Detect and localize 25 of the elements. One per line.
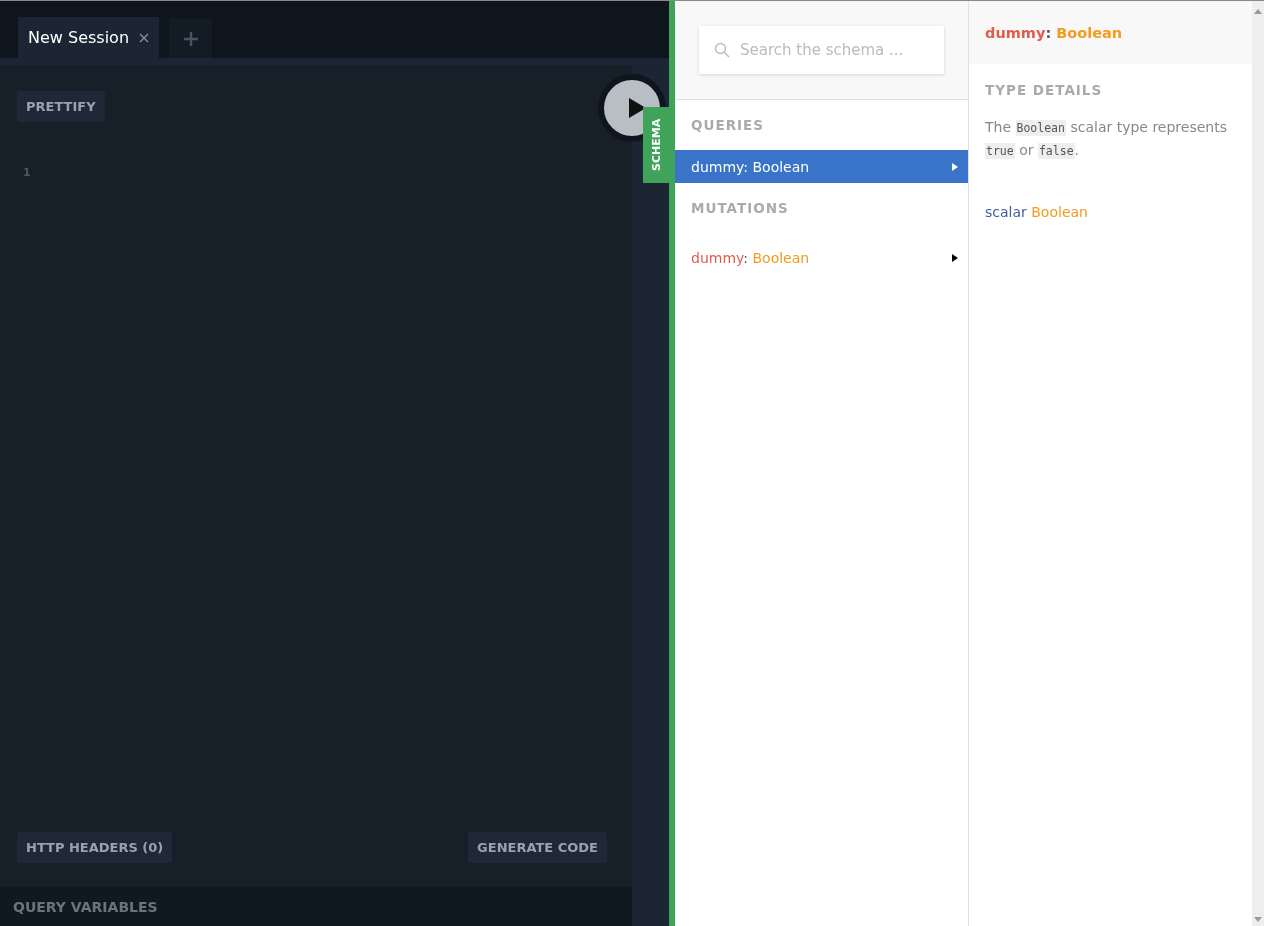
query-variables-bar[interactable]: QUERY VARIABLES	[0, 887, 632, 926]
http-headers-button[interactable]: HTTP HEADERS (0)	[17, 832, 173, 863]
prettify-button[interactable]: PRETTIFY	[17, 91, 105, 122]
triangle-icon	[952, 253, 958, 262]
section-heading: QUERIES	[690, 116, 766, 135]
triangle-icon	[952, 162, 958, 171]
plus-icon	[182, 30, 199, 47]
schema-tab[interactable]: SCHEMA	[643, 107, 669, 183]
generate-code-button[interactable]: GENERATE CODE	[468, 832, 607, 863]
line-number: 1	[23, 166, 32, 179]
scroll-up-icon[interactable]	[1254, 9, 1262, 14]
type-title: dummy: Boolean	[985, 24, 1123, 41]
section-heading: TYPE DETAILS	[984, 81, 1104, 98]
schema-field-item[interactable]: dummy: Boolean	[675, 150, 968, 183]
scroll-down-icon[interactable]	[1254, 917, 1262, 922]
search-field[interactable]: Search the schema ...	[699, 26, 944, 74]
type-definition: scalar Boolean	[984, 203, 1089, 220]
search-icon	[714, 42, 730, 58]
type-description: The Boolean scalar type represents true or false.	[985, 118, 1228, 161]
scrollbar[interactable]	[1252, 1, 1264, 926]
close-icon[interactable]	[139, 32, 150, 43]
section-heading: MUTATIONS	[690, 199, 790, 218]
session-tab[interactable]: New Session	[18, 17, 160, 58]
add-tab-button[interactable]	[169, 18, 213, 59]
schema-field-item[interactable]: dummy: Boolean	[675, 241, 968, 274]
